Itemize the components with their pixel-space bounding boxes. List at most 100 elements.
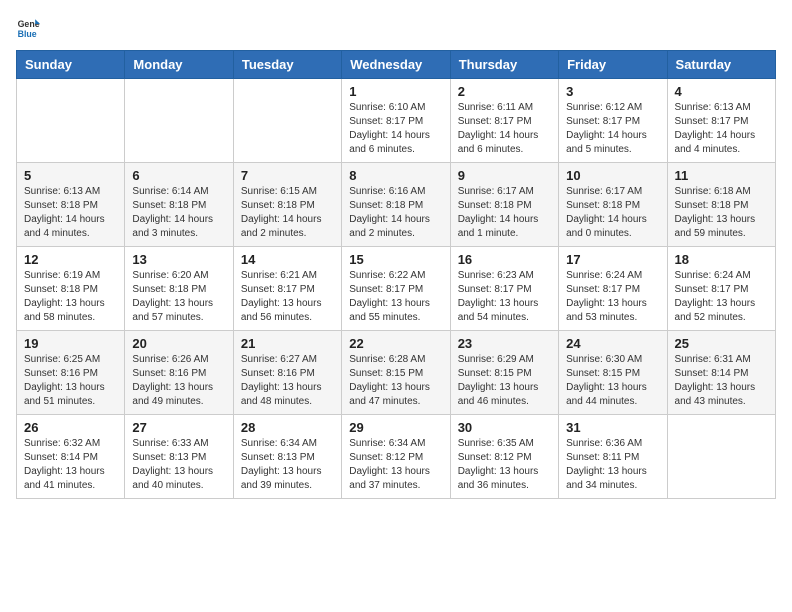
day-info: Sunrise: 6:24 AM Sunset: 8:17 PM Dayligh…	[566, 269, 659, 325]
calendar-cell: 20 Sunrise: 6:26 AM Sunset: 8:16 PM Dayli…	[125, 331, 233, 415]
day-info: Sunrise: 6:26 AM Sunset: 8:16 PM Dayligh…	[132, 353, 225, 409]
calendar-cell: 22 Sunrise: 6:28 AM Sunset: 8:15 PM Dayli…	[342, 331, 450, 415]
calendar-header-row: SundayMondayTuesdayWednesdayThursdayFrid…	[17, 51, 776, 79]
day-number: 29	[349, 420, 442, 435]
calendar-cell: 23 Sunrise: 6:29 AM Sunset: 8:15 PM Dayli…	[450, 331, 558, 415]
weekday-header-wednesday: Wednesday	[342, 51, 450, 79]
day-info: Sunrise: 6:35 AM Sunset: 8:12 PM Dayligh…	[458, 437, 551, 493]
calendar-cell: 30 Sunrise: 6:35 AM Sunset: 8:12 PM Dayli…	[450, 415, 558, 499]
day-info: Sunrise: 6:21 AM Sunset: 8:17 PM Dayligh…	[241, 269, 334, 325]
day-info: Sunrise: 6:11 AM Sunset: 8:17 PM Dayligh…	[458, 101, 551, 157]
calendar-cell: 29Sunrise: 6:34 AM Sunset: 8:12 PM Dayli…	[342, 415, 450, 499]
calendar-cell: 3 Sunrise: 6:12 AM Sunset: 8:17 PM Daylig…	[559, 79, 667, 163]
svg-text:Blue: Blue	[18, 29, 37, 39]
calendar-week-row: 5 Sunrise: 6:13 AM Sunset: 8:18 PM Daylig…	[17, 163, 776, 247]
day-number: 7	[241, 168, 334, 183]
day-info: Sunrise: 6:19 AM Sunset: 8:18 PM Dayligh…	[24, 269, 117, 325]
calendar-cell: 7 Sunrise: 6:15 AM Sunset: 8:18 PM Daylig…	[233, 163, 341, 247]
day-info: Sunrise: 6:28 AM Sunset: 8:15 PM Dayligh…	[349, 353, 442, 409]
calendar-cell: 8Sunrise: 6:16 AM Sunset: 8:18 PM Daylig…	[342, 163, 450, 247]
day-number: 13	[132, 252, 225, 267]
weekday-header-tuesday: Tuesday	[233, 51, 341, 79]
day-info: Sunrise: 6:32 AM Sunset: 8:14 PM Dayligh…	[24, 437, 117, 493]
calendar-cell: 12 Sunrise: 6:19 AM Sunset: 8:18 PM Dayli…	[17, 247, 125, 331]
calendar-cell: 4Sunrise: 6:13 AM Sunset: 8:17 PM Daylig…	[667, 79, 775, 163]
calendar-cell: 26 Sunrise: 6:32 AM Sunset: 8:14 PM Dayli…	[17, 415, 125, 499]
day-info: Sunrise: 6:15 AM Sunset: 8:18 PM Dayligh…	[241, 185, 334, 241]
day-number: 10	[566, 168, 659, 183]
day-number: 3	[566, 84, 659, 99]
day-number: 28	[241, 420, 334, 435]
day-number: 25	[675, 336, 768, 351]
day-info: Sunrise: 6:29 AM Sunset: 8:15 PM Dayligh…	[458, 353, 551, 409]
day-number: 21	[241, 336, 334, 351]
calendar-cell: 6 Sunrise: 6:14 AM Sunset: 8:18 PM Daylig…	[125, 163, 233, 247]
day-number: 2	[458, 84, 551, 99]
calendar-cell: 11Sunrise: 6:18 AM Sunset: 8:18 PM Dayli…	[667, 163, 775, 247]
day-info: Sunrise: 6:25 AM Sunset: 8:16 PM Dayligh…	[24, 353, 117, 409]
calendar-cell: 19 Sunrise: 6:25 AM Sunset: 8:16 PM Dayli…	[17, 331, 125, 415]
day-info: Sunrise: 6:17 AM Sunset: 8:18 PM Dayligh…	[566, 185, 659, 241]
day-info: Sunrise: 6:14 AM Sunset: 8:18 PM Dayligh…	[132, 185, 225, 241]
day-info: Sunrise: 6:20 AM Sunset: 8:18 PM Dayligh…	[132, 269, 225, 325]
weekday-header-sunday: Sunday	[17, 51, 125, 79]
day-number: 9	[458, 168, 551, 183]
weekday-header-saturday: Saturday	[667, 51, 775, 79]
day-info: Sunrise: 6:34 AM Sunset: 8:13 PM Dayligh…	[241, 437, 334, 493]
day-info: Sunrise: 6:12 AM Sunset: 8:17 PM Dayligh…	[566, 101, 659, 157]
calendar-cell: 10 Sunrise: 6:17 AM Sunset: 8:18 PM Dayli…	[559, 163, 667, 247]
day-number: 31	[566, 420, 659, 435]
day-number: 5	[24, 168, 117, 183]
day-number: 15	[349, 252, 442, 267]
page-header: General Blue	[16, 16, 776, 40]
day-number: 1	[349, 84, 442, 99]
calendar-table: SundayMondayTuesdayWednesdayThursdayFrid…	[16, 50, 776, 499]
day-info: Sunrise: 6:10 AM Sunset: 8:17 PM Dayligh…	[349, 101, 442, 157]
day-number: 26	[24, 420, 117, 435]
day-info: Sunrise: 6:33 AM Sunset: 8:13 PM Dayligh…	[132, 437, 225, 493]
calendar-cell: 31Sunrise: 6:36 AM Sunset: 8:11 PM Dayli…	[559, 415, 667, 499]
calendar-cell	[667, 415, 775, 499]
day-number: 22	[349, 336, 442, 351]
calendar-cell: 16Sunrise: 6:23 AM Sunset: 8:17 PM Dayli…	[450, 247, 558, 331]
day-number: 19	[24, 336, 117, 351]
day-number: 14	[241, 252, 334, 267]
day-info: Sunrise: 6:30 AM Sunset: 8:15 PM Dayligh…	[566, 353, 659, 409]
day-number: 20	[132, 336, 225, 351]
calendar-cell	[17, 79, 125, 163]
calendar-cell: 1 Sunrise: 6:10 AM Sunset: 8:17 PM Daylig…	[342, 79, 450, 163]
calendar-week-row: 19 Sunrise: 6:25 AM Sunset: 8:16 PM Dayli…	[17, 331, 776, 415]
calendar-cell: 28 Sunrise: 6:34 AM Sunset: 8:13 PM Dayli…	[233, 415, 341, 499]
logo-icon: General Blue	[16, 16, 40, 40]
day-info: Sunrise: 6:22 AM Sunset: 8:17 PM Dayligh…	[349, 269, 442, 325]
calendar-cell: 24 Sunrise: 6:30 AM Sunset: 8:15 PM Dayli…	[559, 331, 667, 415]
weekday-header-friday: Friday	[559, 51, 667, 79]
day-number: 24	[566, 336, 659, 351]
calendar-cell	[233, 79, 341, 163]
day-info: Sunrise: 6:13 AM Sunset: 8:18 PM Dayligh…	[24, 185, 117, 241]
day-info: Sunrise: 6:17 AM Sunset: 8:18 PM Dayligh…	[458, 185, 551, 241]
calendar-week-row: 1 Sunrise: 6:10 AM Sunset: 8:17 PM Daylig…	[17, 79, 776, 163]
day-info: Sunrise: 6:27 AM Sunset: 8:16 PM Dayligh…	[241, 353, 334, 409]
day-number: 8	[349, 168, 442, 183]
day-number: 4	[675, 84, 768, 99]
day-number: 12	[24, 252, 117, 267]
day-number: 23	[458, 336, 551, 351]
day-number: 30	[458, 420, 551, 435]
calendar-cell: 13 Sunrise: 6:20 AM Sunset: 8:18 PM Dayli…	[125, 247, 233, 331]
calendar-week-row: 12 Sunrise: 6:19 AM Sunset: 8:18 PM Dayli…	[17, 247, 776, 331]
calendar-cell: 9 Sunrise: 6:17 AM Sunset: 8:18 PM Daylig…	[450, 163, 558, 247]
day-number: 6	[132, 168, 225, 183]
day-number: 27	[132, 420, 225, 435]
day-number: 18	[675, 252, 768, 267]
calendar-cell: 2 Sunrise: 6:11 AM Sunset: 8:17 PM Daylig…	[450, 79, 558, 163]
calendar-cell: 18Sunrise: 6:24 AM Sunset: 8:17 PM Dayli…	[667, 247, 775, 331]
day-number: 16	[458, 252, 551, 267]
calendar-cell: 14 Sunrise: 6:21 AM Sunset: 8:17 PM Dayli…	[233, 247, 341, 331]
weekday-header-monday: Monday	[125, 51, 233, 79]
calendar-cell: 17Sunrise: 6:24 AM Sunset: 8:17 PM Dayli…	[559, 247, 667, 331]
calendar-cell: 21 Sunrise: 6:27 AM Sunset: 8:16 PM Dayli…	[233, 331, 341, 415]
day-number: 11	[675, 168, 768, 183]
calendar-cell	[125, 79, 233, 163]
day-info: Sunrise: 6:31 AM Sunset: 8:14 PM Dayligh…	[675, 353, 768, 409]
